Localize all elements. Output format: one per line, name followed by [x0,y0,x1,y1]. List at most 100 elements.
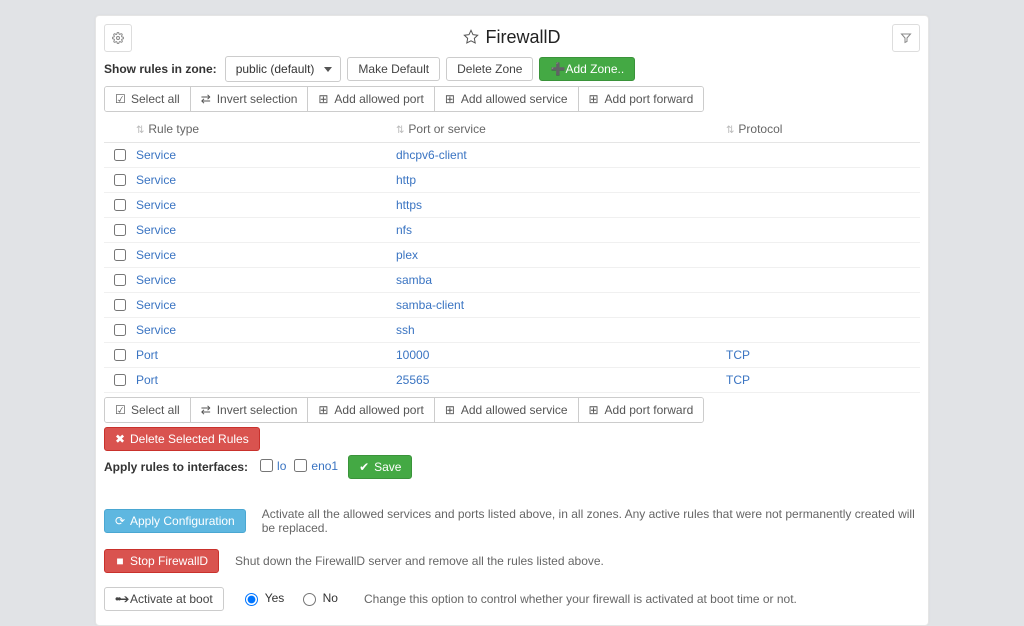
filter-button[interactable] [892,24,920,52]
rules-toolbar-bottom: ☑Select all ⇄Invert selection ⊞Add allow… [104,397,704,423]
cell-port-or-service[interactable]: plex [390,243,720,268]
add-allowed-service-button[interactable]: ⊞Add allowed service [435,398,579,422]
swap-icon: ⇄ [201,405,211,415]
cell-rule-type[interactable]: Port [130,343,390,368]
make-default-button[interactable]: Make Default [347,57,440,81]
cell-protocol[interactable]: TCP [720,343,920,368]
stop-firewalld-desc: Shut down the FirewallD server and remov… [235,554,604,568]
plus-icon: ➕ [550,64,560,74]
rules-table: ⇅Rule type ⇅Port or service ⇅Protocol Se… [104,116,920,393]
interface-name: eno1 [311,459,338,473]
interfaces-row: Apply rules to interfaces: lo eno1 ✔ Save [104,455,920,479]
module-settings-button[interactable] [104,24,132,52]
interface-name: lo [277,459,286,473]
sort-icon: ⇅ [396,125,404,136]
delete-zone-button[interactable]: Delete Zone [446,57,533,81]
gear-icon [112,32,124,44]
cell-port-or-service[interactable]: 25565 [390,368,720,393]
boot-yes-option[interactable]: Yes [240,590,285,606]
row-checkbox[interactable] [114,374,126,386]
cell-rule-type[interactable]: Service [130,168,390,193]
row-checkbox[interactable] [114,299,126,311]
col-port-or-service[interactable]: ⇅Port or service [390,116,720,143]
cell-port-or-service[interactable]: samba-client [390,293,720,318]
check-icon: ✔ [359,462,369,472]
interface-checkbox[interactable] [260,459,273,472]
chevron-down-icon [324,67,332,72]
interface-checkbox[interactable] [294,459,307,472]
plus-square-icon: ⊞ [445,405,455,415]
delete-selected-button[interactable]: ✖ Delete Selected Rules [104,427,260,451]
cell-rule-type[interactable]: Service [130,143,390,168]
invert-selection-button[interactable]: ⇄Invert selection [191,87,309,111]
cell-protocol[interactable] [720,268,920,293]
row-checkbox[interactable] [114,199,126,211]
table-row: Port25565TCP [104,368,920,393]
cell-protocol[interactable] [720,193,920,218]
cell-rule-type[interactable]: Service [130,243,390,268]
cell-rule-type[interactable]: Service [130,293,390,318]
cell-protocol[interactable]: TCP [720,368,920,393]
cell-protocol[interactable] [720,218,920,243]
cell-rule-type[interactable]: Service [130,193,390,218]
interface-option[interactable]: eno1 [294,459,338,473]
zone-select[interactable]: public (default) [225,56,342,82]
cell-port-or-service[interactable]: http [390,168,720,193]
table-row: Servicessh [104,318,920,343]
row-checkbox[interactable] [114,224,126,236]
col-protocol[interactable]: ⇅Protocol [720,116,920,143]
select-all-button[interactable]: ☑Select all [105,398,191,422]
filter-icon [900,32,912,44]
row-checkbox[interactable] [114,174,126,186]
row-checkbox[interactable] [114,274,126,286]
cell-rule-type[interactable]: Service [130,218,390,243]
cell-rule-type[interactable]: Service [130,318,390,343]
cell-port-or-service[interactable]: nfs [390,218,720,243]
save-interfaces-button[interactable]: ✔ Save [348,455,412,479]
add-port-forward-button[interactable]: ⊞Add port forward [579,87,704,111]
cell-protocol[interactable] [720,243,920,268]
select-all-button[interactable]: ☑Select all [105,87,191,111]
page-title: FirewallD [463,27,560,48]
stop-icon: ■ [115,556,125,566]
interfaces-label: Apply rules to interfaces: [104,460,248,474]
zone-label: Show rules in zone: [104,62,217,76]
invert-selection-button[interactable]: ⇄Invert selection [191,398,309,422]
boot-radio-group: Yes No [240,590,348,609]
zone-selected-text: public (default) [236,62,315,76]
cell-protocol[interactable] [720,318,920,343]
row-checkbox[interactable] [114,349,126,361]
add-allowed-service-button[interactable]: ⊞Add allowed service [435,87,579,111]
add-allowed-port-button[interactable]: ⊞Add allowed port [308,398,434,422]
cell-port-or-service[interactable]: dhcpv6-client [390,143,720,168]
apply-configuration-button[interactable]: ⟳ Apply Configuration [104,509,246,533]
table-row: Servicehttp [104,168,920,193]
delete-icon: ✖ [115,434,125,444]
boot-icon: ••➔ [115,594,125,604]
cell-port-or-service[interactable]: samba [390,268,720,293]
cell-port-or-service[interactable]: https [390,193,720,218]
cell-rule-type[interactable]: Port [130,368,390,393]
row-checkbox[interactable] [114,149,126,161]
cell-protocol[interactable] [720,168,920,193]
interface-option[interactable]: lo [260,459,286,473]
cell-port-or-service[interactable]: ssh [390,318,720,343]
col-rule-type[interactable]: ⇅Rule type [130,116,390,143]
table-row: Servicesamba-client [104,293,920,318]
row-checkbox[interactable] [114,324,126,336]
add-zone-button[interactable]: ➕ Add Zone.. [539,57,635,81]
add-allowed-port-button[interactable]: ⊞Add allowed port [308,87,434,111]
cell-protocol[interactable] [720,143,920,168]
sort-icon: ⇅ [726,125,734,136]
stop-firewalld-button[interactable]: ■ Stop FirewallD [104,549,219,573]
row-checkbox[interactable] [114,249,126,261]
cell-port-or-service[interactable]: 10000 [390,343,720,368]
activate-at-boot-button[interactable]: ••➔ Activate at boot [104,587,224,611]
cell-protocol[interactable] [720,293,920,318]
boot-desc: Change this option to control whether yo… [364,592,797,606]
plus-square-icon: ⊞ [589,94,599,104]
add-port-forward-button[interactable]: ⊞Add port forward [579,398,704,422]
cell-rule-type[interactable]: Service [130,268,390,293]
page-title-text: FirewallD [485,27,560,48]
boot-no-option[interactable]: No [298,590,338,606]
